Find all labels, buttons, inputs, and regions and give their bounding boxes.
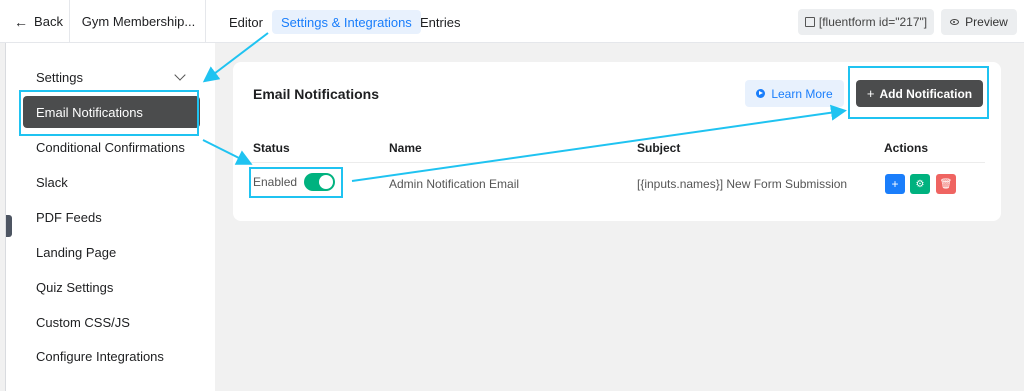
sidebar-item-configure-integrations[interactable]: Configure Integrations bbox=[36, 349, 164, 364]
annotation-box-sidebar bbox=[19, 90, 199, 136]
form-title: Gym Membership... bbox=[72, 0, 206, 43]
sidebar-section-settings[interactable]: Settings bbox=[36, 70, 83, 85]
sidebar-item-landing-page[interactable]: Landing Page bbox=[36, 245, 116, 260]
copy-icon bbox=[804, 17, 815, 27]
preview-button[interactable]: Preview bbox=[941, 9, 1017, 35]
settings-icon[interactable]: ⚙ bbox=[910, 174, 930, 194]
tab-editor[interactable]: Editor bbox=[220, 10, 272, 34]
chevron-down-icon[interactable] bbox=[174, 69, 186, 81]
column-header-subject: Subject bbox=[637, 141, 681, 155]
sidebar-item-pdf-feeds[interactable]: PDF Feeds bbox=[36, 210, 102, 225]
notification-name[interactable]: Admin Notification Email bbox=[389, 177, 519, 191]
table-divider bbox=[251, 162, 985, 163]
annotation-box-add-button bbox=[848, 66, 989, 119]
back-label: Back bbox=[34, 14, 63, 29]
page-title: Email Notifications bbox=[253, 86, 380, 102]
back-button[interactable]: ← Back bbox=[8, 0, 70, 43]
column-header-status: Status bbox=[253, 141, 290, 155]
shortcode-text: [fluentform id="217"] bbox=[818, 15, 928, 29]
sidebar-item-conditional-confirmations[interactable]: Conditional Confirmations bbox=[36, 140, 185, 155]
top-bar: ← Back Gym Membership... Editor Settings… bbox=[0, 0, 1024, 43]
shortcode-copy-button[interactable]: [fluentform id="217"] bbox=[798, 9, 934, 35]
tab-entries[interactable]: Entries bbox=[411, 10, 469, 34]
column-header-actions: Actions bbox=[884, 141, 929, 155]
sidebar-collapse-handle[interactable] bbox=[6, 215, 12, 237]
delete-icon[interactable]: 🗑 bbox=[936, 174, 956, 194]
add-icon[interactable]: + bbox=[885, 174, 905, 194]
tab-settings-integrations[interactable]: Settings & Integrations bbox=[272, 10, 421, 34]
sidebar-item-quiz-settings[interactable]: Quiz Settings bbox=[36, 280, 113, 295]
learn-more-label: Learn More bbox=[771, 86, 833, 101]
sidebar-item-slack[interactable]: Slack bbox=[36, 175, 68, 190]
learn-more-button[interactable]: Learn More bbox=[745, 80, 844, 107]
play-circle-icon bbox=[756, 89, 766, 98]
column-header-name: Name bbox=[389, 141, 422, 155]
arrow-left-icon: ← bbox=[14, 13, 29, 30]
notification-subject: [{inputs.names}] New Form Submission bbox=[637, 177, 848, 191]
preview-label: Preview bbox=[965, 15, 1008, 29]
eye-icon bbox=[950, 19, 960, 25]
sidebar-item-custom-css-js[interactable]: Custom CSS/JS bbox=[36, 315, 130, 330]
annotation-box-toggle bbox=[249, 167, 343, 198]
